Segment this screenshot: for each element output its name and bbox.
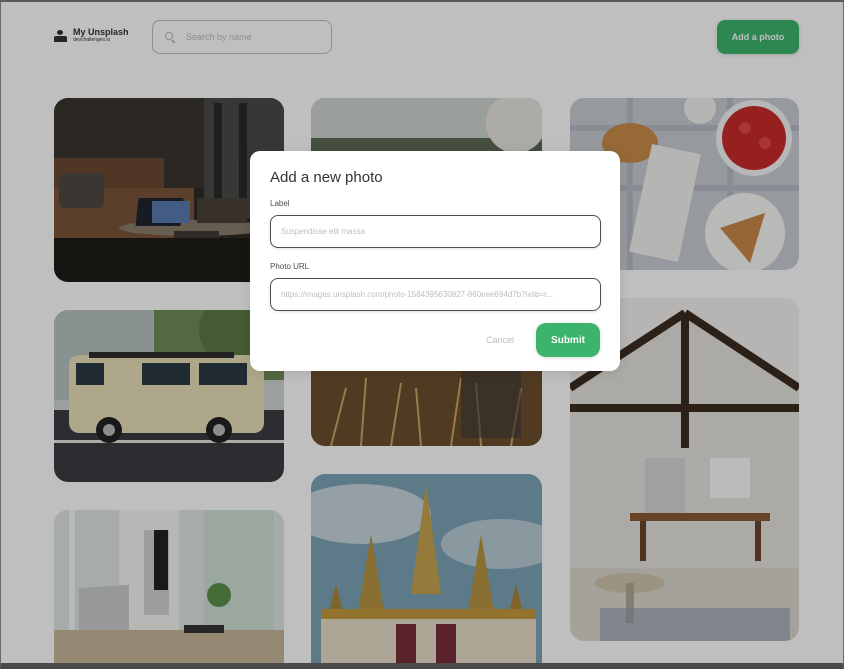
label-field-label: Label bbox=[270, 199, 290, 208]
submit-button[interactable]: Submit bbox=[536, 323, 600, 357]
modal-title: Add a new photo bbox=[270, 169, 383, 186]
label-field[interactable] bbox=[270, 215, 601, 248]
label-input[interactable] bbox=[281, 227, 591, 236]
modal-actions: Cancel Submit bbox=[478, 323, 600, 357]
add-photo-modal: Add a new photo Label Photo URL Cancel S… bbox=[250, 151, 620, 371]
photo-url-input[interactable] bbox=[281, 290, 591, 299]
url-field-label: Photo URL bbox=[270, 262, 310, 271]
url-field[interactable] bbox=[270, 278, 601, 311]
page: My Unsplash devchallenges.io Add a photo bbox=[0, 0, 844, 669]
cancel-button[interactable]: Cancel bbox=[478, 335, 522, 345]
